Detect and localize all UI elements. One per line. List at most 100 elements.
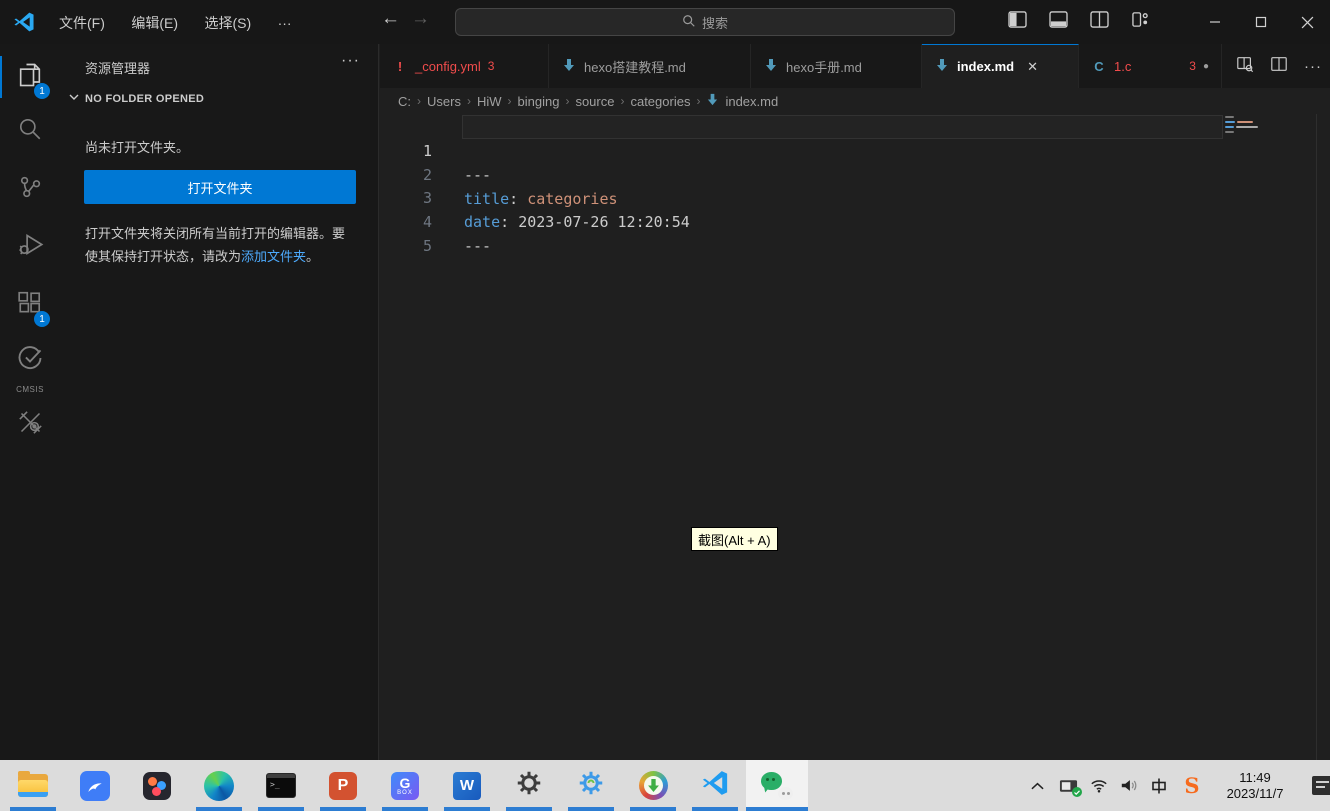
close-button[interactable] <box>1284 0 1330 44</box>
taskbar-file-explorer[interactable] <box>2 760 64 811</box>
tools-gear-icon <box>17 409 44 441</box>
notification-center-icon[interactable] <box>1300 760 1330 811</box>
running-indicator <box>320 807 366 811</box>
tab-config-yml[interactable]: ! _config.yml 3 <box>380 44 549 88</box>
taskbar-driver-tool[interactable] <box>560 760 622 811</box>
activity-embedded-tools[interactable] <box>0 396 60 454</box>
sidebar-more-actions[interactable]: ··· <box>341 52 360 70</box>
toggle-secondary-sidebar-icon[interactable] <box>1090 11 1109 33</box>
volume-icon[interactable] <box>1114 760 1144 811</box>
add-folder-link[interactable]: 添加文件夹 <box>241 249 306 264</box>
breadcrumb-separator: › <box>694 94 702 108</box>
breadcrumb-item[interactable]: source <box>575 94 614 109</box>
maximize-button[interactable] <box>1238 0 1284 44</box>
running-indicator <box>506 807 552 811</box>
activity-extensions[interactable]: 1 <box>0 276 60 334</box>
activity-run-debug[interactable] <box>0 218 60 276</box>
hidden-icons-chevron[interactable] <box>1022 760 1052 811</box>
taskbar-davinci-resolve[interactable] <box>126 760 188 811</box>
tab-label: 1.c <box>1114 59 1131 74</box>
breadcrumb-item[interactable]: HiW <box>477 94 502 109</box>
running-indicator <box>746 807 808 811</box>
tab-label: _config.yml <box>415 59 481 74</box>
wifi-icon[interactable] <box>1084 760 1114 811</box>
close-tab-icon[interactable]: ✕ <box>1027 59 1038 75</box>
tab-index-md[interactable]: index.md ✕ <box>922 44 1079 88</box>
breadcrumb-separator: › <box>465 94 473 108</box>
activity-explorer[interactable]: 1 <box>0 48 60 106</box>
open-folder-button[interactable]: 打开文件夹 <box>84 170 356 204</box>
section-no-folder-opened[interactable]: NO FOLDER OPENED <box>68 90 204 108</box>
taskbar-vscode[interactable] <box>684 760 746 811</box>
breadcrumb: C:› Users› HiW› binging› source› categor… <box>380 88 1330 114</box>
taskbar-wechat[interactable] <box>746 760 808 811</box>
tab-label: index.md <box>957 59 1014 74</box>
thunder-icon <box>80 771 110 801</box>
sogou-input-icon[interactable]: S <box>1174 760 1210 811</box>
minimize-button[interactable] <box>1192 0 1238 44</box>
taskbar-terminal[interactable]: >_ <box>250 760 312 811</box>
breadcrumb-item[interactable]: Users <box>427 94 461 109</box>
hint-after: 。 <box>306 249 319 264</box>
markdown-icon <box>561 58 577 75</box>
taskbar-word[interactable]: W <box>436 760 498 811</box>
folder-hint-text: 打开文件夹将关闭所有当前打开的编辑器。要使其保持打开状态，请改为添加文件夹。 <box>85 222 357 268</box>
edge-browser-icon <box>204 771 234 801</box>
menu-more[interactable]: ··· <box>267 11 303 35</box>
breadcrumb-separator: › <box>563 94 571 108</box>
activity-source-control[interactable] <box>0 160 60 218</box>
tab-1-c[interactable]: C 1.c 3 ● <box>1079 44 1222 88</box>
cmsis-icon <box>16 344 44 377</box>
toggle-sidebar-icon[interactable] <box>1008 11 1027 33</box>
title-bar: 文件(F) 编辑(E) 选择(S) ··· ← → 搜索 <box>0 0 1330 44</box>
taskbar-thunder[interactable] <box>64 760 126 811</box>
security-tray-icon[interactable] <box>1052 760 1084 811</box>
taskbar-gbox[interactable]: G BOX <box>374 760 436 811</box>
toggle-panel-icon[interactable] <box>1049 11 1068 33</box>
editor-group: ! _config.yml 3 hexo搭建教程.md hexo手册.md <box>380 44 1330 760</box>
gbox-sub-label: BOX <box>397 790 413 796</box>
activity-search[interactable] <box>0 102 60 160</box>
activity-cmsis[interactable]: CMSIS <box>0 334 60 396</box>
clock-date: 2023/11/7 <box>1227 786 1284 802</box>
tab-hexo-manual-md[interactable]: hexo手册.md <box>751 44 922 88</box>
breadcrumb-item[interactable]: categories <box>630 94 690 109</box>
tab-hexo-tutorial-md[interactable]: hexo搭建教程.md <box>549 44 751 88</box>
vscode-icon <box>701 769 729 802</box>
taskbar-clock[interactable]: 11:49 2023/11/7 <box>1210 760 1300 811</box>
modified-dot-icon[interactable]: ● <box>1203 61 1209 72</box>
green-shield-badge <box>1072 787 1082 797</box>
breadcrumb-file[interactable]: index.md <box>725 94 778 109</box>
tab-bar: ! _config.yml 3 hexo搭建教程.md hexo手册.md <box>380 44 1330 88</box>
menu-edit[interactable]: 编辑(E) <box>120 9 189 37</box>
markdown-icon <box>934 58 950 75</box>
back-arrow-icon[interactable]: ← <box>381 8 400 30</box>
split-editor-icon[interactable] <box>1270 55 1288 78</box>
taskbar-edge[interactable] <box>188 760 250 811</box>
menu-selection[interactable]: 选择(S) <box>193 9 262 37</box>
taskbar-powerpoint[interactable]: P <box>312 760 374 811</box>
ime-mode-icon[interactable] <box>1144 760 1174 811</box>
terminal-icon: >_ <box>266 773 296 798</box>
tooltip-text: 截图(Alt + A) <box>698 530 771 549</box>
blue-gear-icon <box>576 768 606 803</box>
open-preview-icon[interactable] <box>1236 55 1254 78</box>
editor-more-actions[interactable]: ··· <box>1304 58 1322 75</box>
taskbar-idm[interactable] <box>622 760 684 811</box>
customize-layout-icon[interactable] <box>1131 11 1150 33</box>
running-indicator <box>444 807 490 811</box>
breadcrumb-item[interactable]: binging <box>518 94 560 109</box>
menu-file[interactable]: 文件(F) <box>48 9 116 37</box>
breadcrumb-item[interactable]: C: <box>398 94 411 109</box>
minimap[interactable] <box>1225 114 1265 174</box>
command-center-search[interactable]: 搜索 <box>455 8 955 36</box>
taskbar-settings[interactable] <box>498 760 560 811</box>
system-tray: S 11:49 2023/11/7 <box>1022 760 1330 811</box>
no-folder-text: 尚未打开文件夹。 <box>85 137 189 156</box>
code-editor[interactable]: 1 --- 2 title: categories 3 date: 2023-0… <box>380 114 1330 760</box>
breadcrumb-separator: › <box>618 94 626 108</box>
tab-error-count: 3 <box>488 59 495 73</box>
activity-bar: 1 1 CMSIS <box>0 44 60 760</box>
markdown-icon <box>706 93 719 109</box>
settings-gear-icon <box>514 768 544 803</box>
